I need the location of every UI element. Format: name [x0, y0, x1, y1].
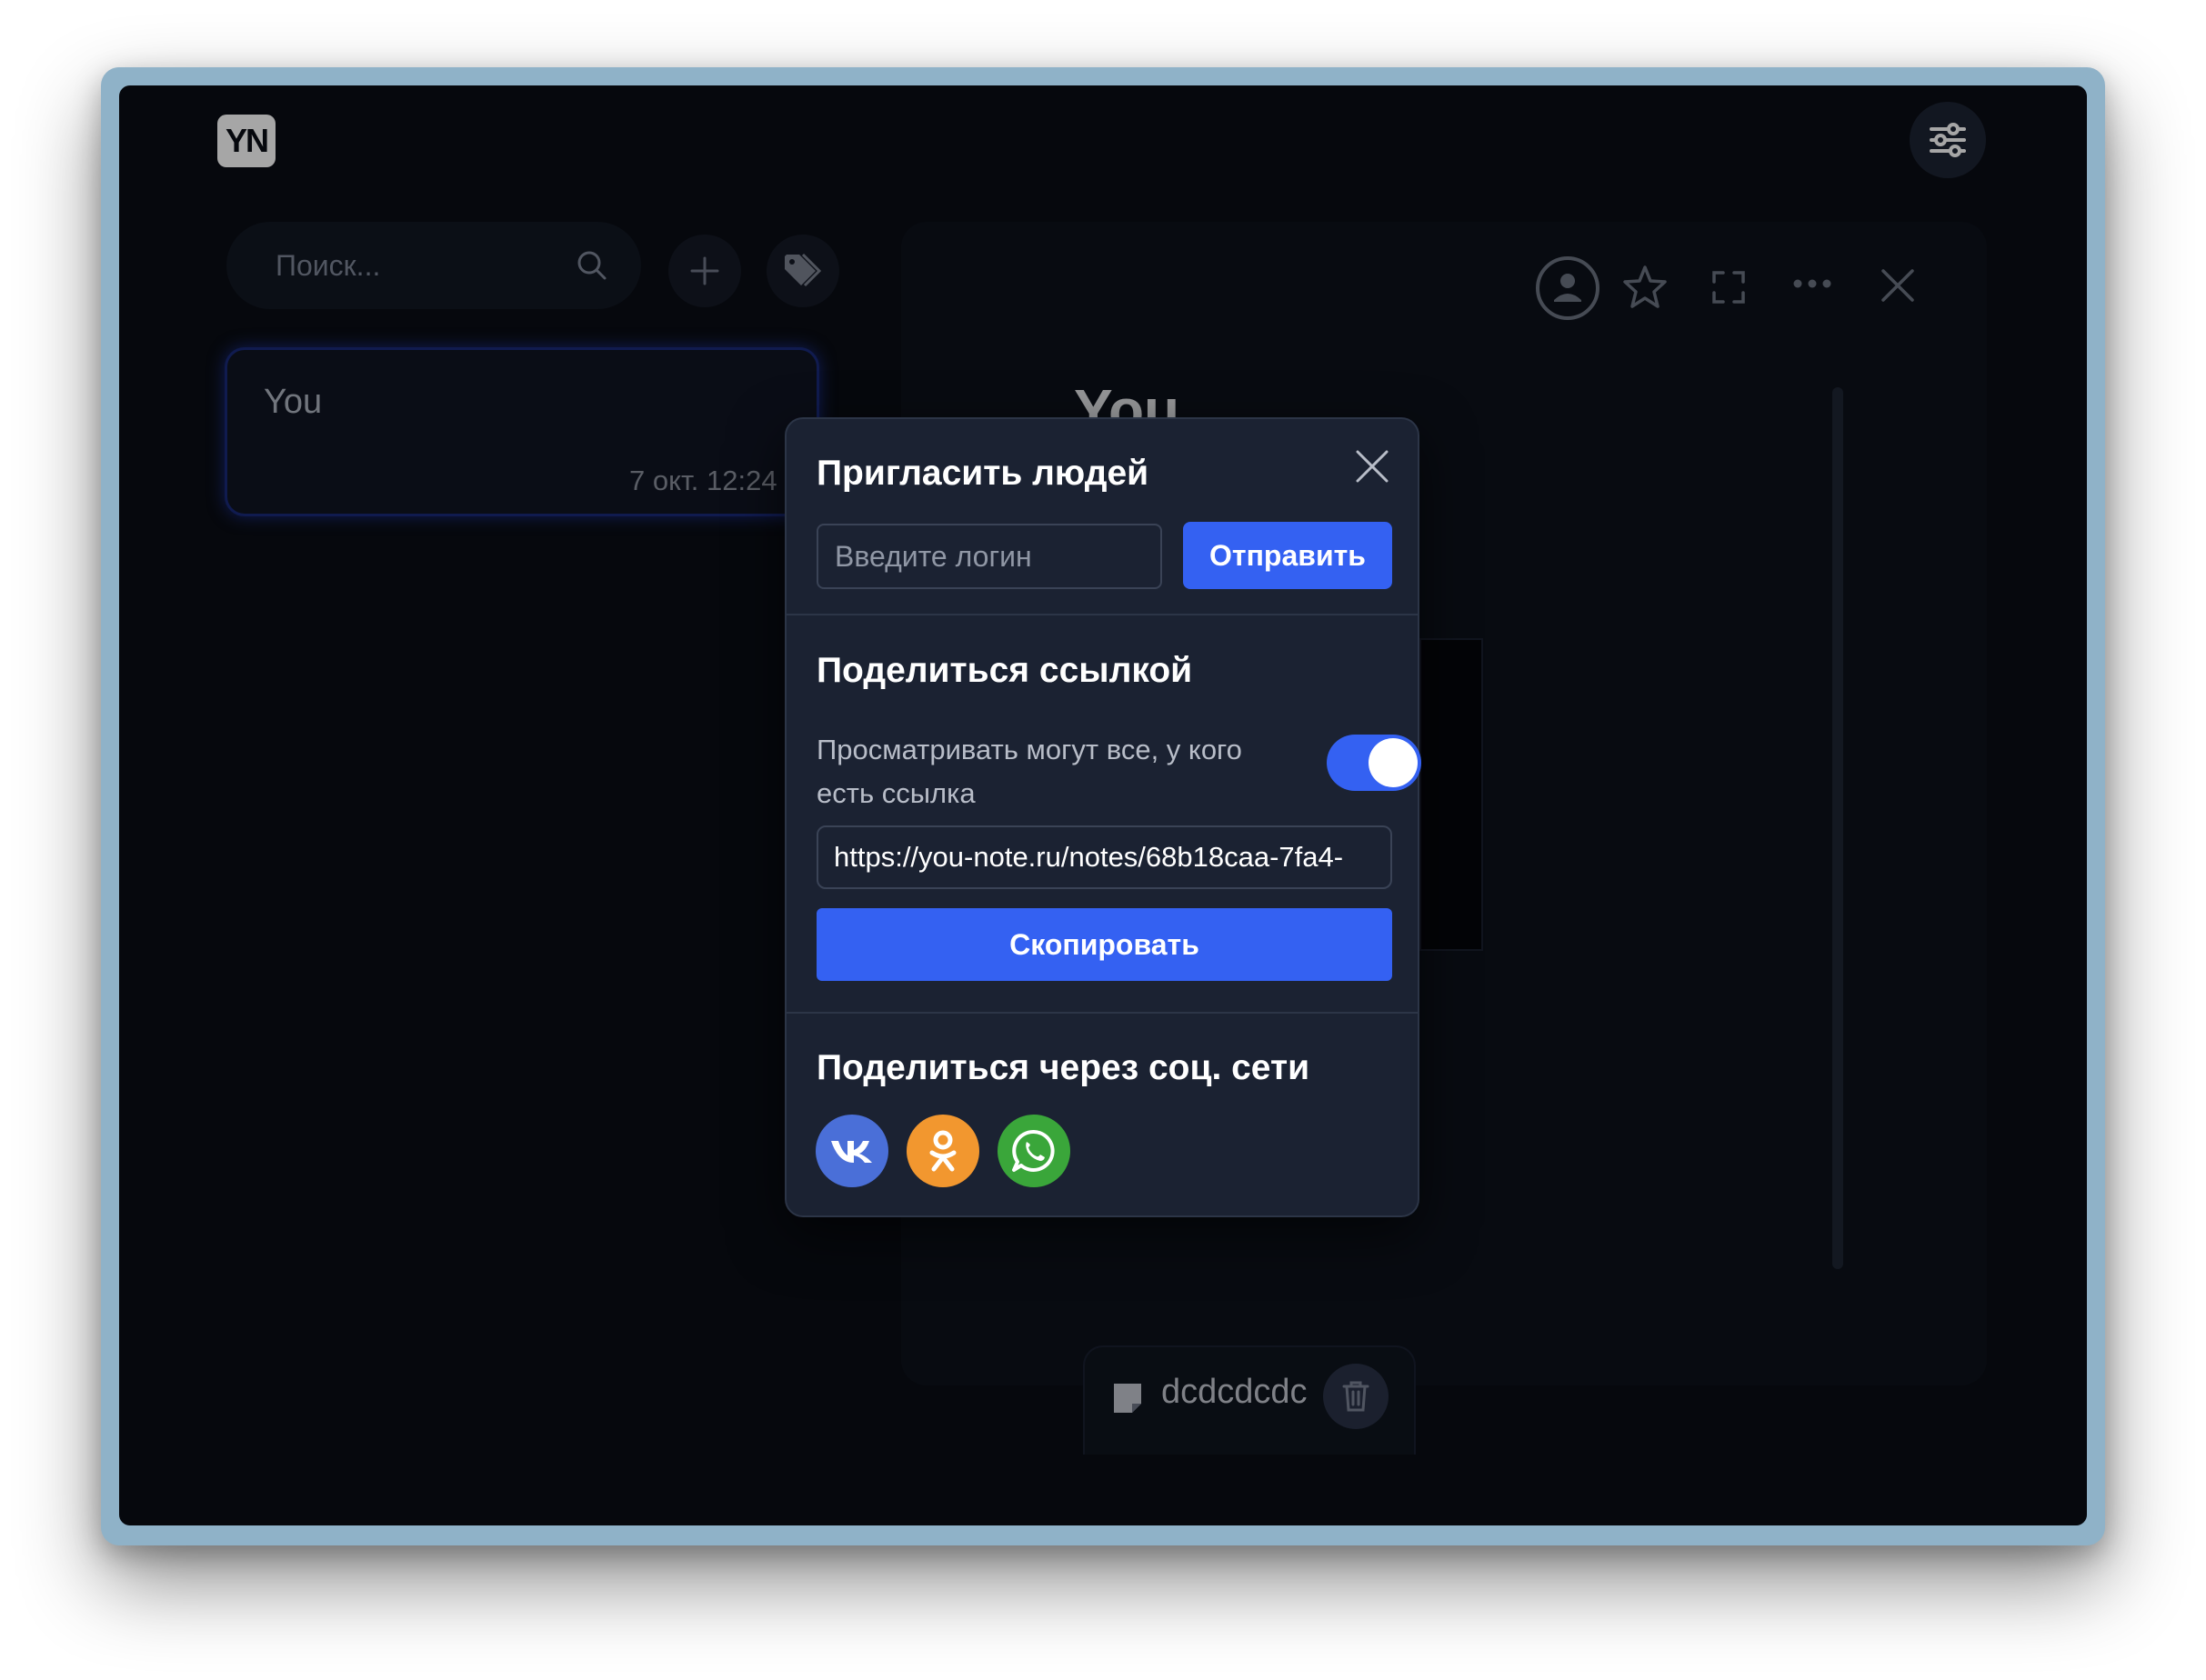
share-url-field[interactable] — [817, 825, 1392, 889]
divider — [787, 1012, 1418, 1014]
login-input[interactable] — [817, 524, 1162, 589]
share-link-title: Поделиться ссылкой — [817, 651, 1193, 690]
app-screen: YN Поиск... You 7 окт. 12:24 You dcdcdcd… — [119, 85, 2087, 1525]
vk-icon — [831, 1141, 872, 1163]
public-access-toggle[interactable] — [1327, 735, 1421, 791]
public-access-label: Просматривать могут все, у кого есть ссы… — [817, 734, 1242, 809]
share-modal: Пригласить людей Отправить Поделиться сс… — [785, 417, 1421, 1217]
divider — [787, 614, 1418, 615]
modal-close-button[interactable] — [1350, 445, 1394, 488]
close-icon — [1356, 450, 1389, 483]
send-invite-button[interactable]: Отправить — [1183, 522, 1392, 589]
toggle-knob — [1369, 738, 1418, 787]
vk-share-button[interactable] — [816, 1115, 888, 1187]
whatsapp-share-button[interactable] — [998, 1115, 1070, 1187]
ok-share-button[interactable] — [907, 1115, 979, 1187]
invite-title: Пригласить людей — [817, 454, 1149, 493]
social-share-title: Поделиться через соц. сети — [817, 1048, 1310, 1087]
window-frame: YN Поиск... You 7 окт. 12:24 You dcdcdcd… — [101, 67, 2105, 1545]
odnoklassniki-icon — [929, 1130, 957, 1172]
copy-link-button[interactable]: Скопировать — [817, 908, 1392, 981]
whatsapp-icon — [1012, 1129, 1055, 1172]
